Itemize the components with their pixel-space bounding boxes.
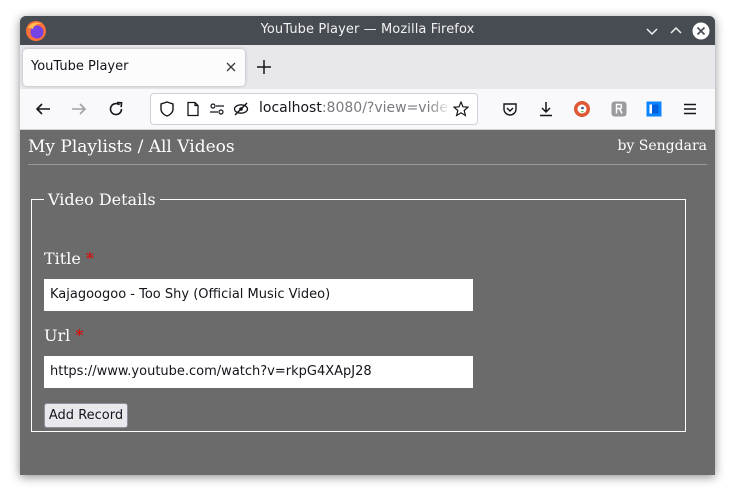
minimize-button[interactable] xyxy=(643,22,661,40)
close-window-button[interactable] xyxy=(692,22,710,40)
url-text[interactable]: localhost:8080/?view=videos xyxy=(259,100,449,118)
breadcrumb[interactable]: My Playlists / All Videos xyxy=(28,137,235,157)
tracking-blocked-icon[interactable] xyxy=(233,101,249,117)
url-label-text: Url xyxy=(44,326,71,345)
new-tab-plus-icon[interactable] xyxy=(256,59,272,75)
maximize-button[interactable] xyxy=(667,22,685,40)
arrow-left-icon xyxy=(35,103,50,115)
bookmark-star-icon[interactable] xyxy=(453,101,469,117)
tab-bar: YouTube Player xyxy=(20,45,715,89)
extension-r-icon xyxy=(611,101,627,117)
pocket-icon xyxy=(503,103,517,116)
hamburger-menu-icon xyxy=(684,103,696,115)
page-icon[interactable] xyxy=(185,101,201,117)
close-tab-icon[interactable] xyxy=(225,61,237,73)
chevron-down-icon xyxy=(646,28,658,36)
download-icon xyxy=(540,102,552,117)
browser-window: YouTube Player — Mozilla Firefox YouTube… xyxy=(20,16,715,475)
chevron-up-icon xyxy=(670,26,682,34)
url-label: Url * xyxy=(44,326,83,345)
title-bar: YouTube Player — Mozilla Firefox xyxy=(20,16,715,45)
url-host: localhost xyxy=(259,100,322,116)
add-record-button[interactable]: Add Record xyxy=(44,403,128,428)
url-bar[interactable]: localhost:8080/?view=videos xyxy=(150,93,478,125)
permissions-icon[interactable] xyxy=(209,101,225,117)
title-label-text: Title xyxy=(44,249,81,268)
video-details-fieldset: Video Details xyxy=(31,190,686,432)
container-extension-button[interactable] xyxy=(644,99,664,119)
reload-icon xyxy=(109,101,123,116)
back-button[interactable] xyxy=(33,99,53,119)
header-divider xyxy=(28,164,707,165)
required-marker: * xyxy=(75,326,84,345)
title-input[interactable]: Kajagoogoo - Too Shy (Official Music Vid… xyxy=(44,279,473,311)
downloads-button[interactable] xyxy=(536,99,556,119)
url-fade xyxy=(429,99,451,119)
reload-button[interactable] xyxy=(106,99,126,119)
fieldset-legend: Video Details xyxy=(48,190,156,209)
shield-icon[interactable] xyxy=(159,101,175,117)
tab-label: YouTube Player xyxy=(31,59,129,74)
window-title: YouTube Player — Mozilla Firefox xyxy=(260,22,475,37)
tab-youtube-player[interactable]: YouTube Player xyxy=(23,49,245,86)
app-menu-button[interactable] xyxy=(680,99,700,119)
container-tab-icon xyxy=(646,101,662,117)
forward-button[interactable] xyxy=(69,99,89,119)
duckduckgo-extension-button[interactable] xyxy=(572,99,592,119)
close-circle-icon xyxy=(692,22,710,40)
reader-extension-button[interactable] xyxy=(609,99,629,119)
title-label: Title * xyxy=(44,249,94,268)
page-content: My Playlists / All Videos by Sengdara Vi… xyxy=(20,130,715,475)
duckduckgo-icon xyxy=(574,101,590,117)
navigation-bar: localhost:8080/?view=videos xyxy=(20,89,715,130)
author-byline: by Sengdara xyxy=(617,138,707,154)
url-input[interactable]: https://www.youtube.com/watch?v=rkpG4XAp… xyxy=(44,356,473,388)
required-marker: * xyxy=(85,249,94,268)
arrow-right-icon xyxy=(72,103,87,115)
pocket-button[interactable] xyxy=(500,99,520,119)
